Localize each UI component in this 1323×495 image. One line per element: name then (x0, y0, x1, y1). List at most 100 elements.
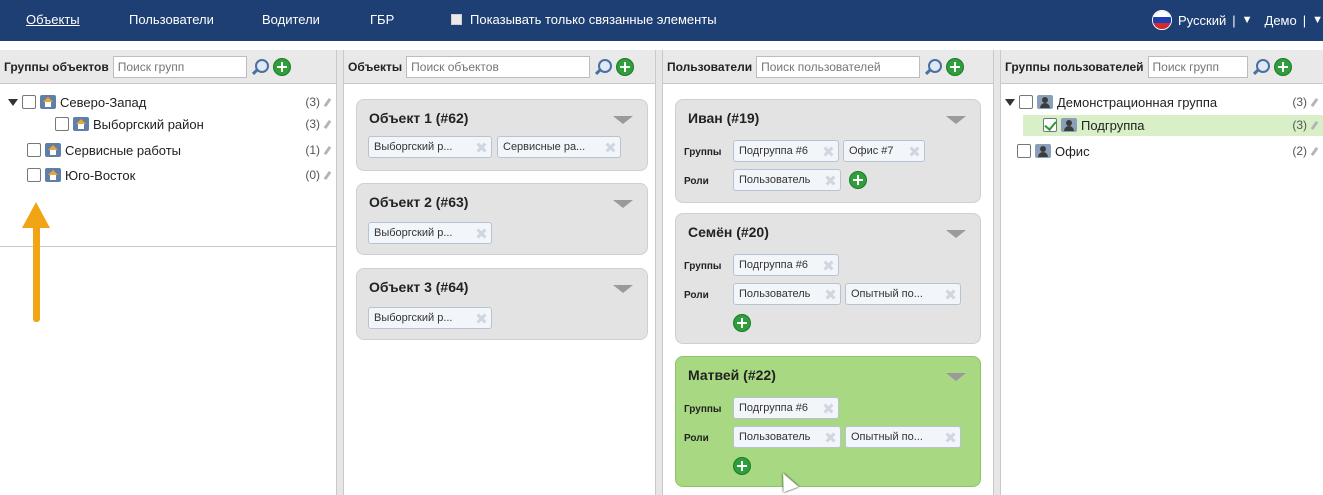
search-icon[interactable] (594, 58, 613, 76)
panel-title: Объекты (348, 59, 403, 74)
remove-icon[interactable] (477, 229, 486, 238)
tree-checkbox[interactable] (22, 95, 36, 109)
objects-search-input[interactable] (406, 55, 591, 78)
pencil-icon[interactable] (1310, 97, 1319, 107)
role-tag[interactable]: Пользователь (733, 283, 841, 305)
role-tag[interactable]: Пользователь (733, 169, 841, 191)
role-tag[interactable]: Опытный по... (845, 283, 961, 305)
tag-label: Подгруппа #6 (739, 145, 809, 157)
show-linked-toggle[interactable]: Показывать только связанные элементы (451, 12, 717, 27)
tree-checkbox-checked[interactable] (1043, 118, 1057, 132)
remove-icon[interactable] (606, 143, 615, 152)
account-menu[interactable]: Демо (1265, 13, 1297, 28)
add-role-icon[interactable] (733, 314, 751, 332)
remove-icon[interactable] (946, 290, 955, 299)
panel-title: Группы пользователей (1005, 59, 1144, 74)
remove-icon[interactable] (826, 176, 835, 185)
add-user-group-icon[interactable] (1273, 57, 1292, 76)
search-icon[interactable] (924, 58, 943, 76)
card-collapse-arrow-icon[interactable] (946, 230, 966, 238)
show-linked-checkbox[interactable] (451, 14, 462, 25)
group-tag[interactable]: Подгруппа #6 (733, 254, 839, 276)
tree-item[interactable]: Северо-Запад (3) (8, 91, 336, 113)
card-collapse-arrow-icon[interactable] (613, 200, 633, 208)
object-card[interactable]: Объект 1 (#62) Выборгский р... Сервисные… (356, 99, 648, 171)
tree-item[interactable]: Демонстрационная группа (3) (1005, 91, 1323, 113)
group-tag[interactable]: Офис #7 (843, 140, 925, 162)
user-groups-panel: Группы пользователей Демонстрационная гр… (1000, 50, 1323, 495)
groups-label: Группы (684, 404, 722, 415)
role-tag[interactable]: Опытный по... (845, 426, 961, 448)
language-dropdown-icon[interactable]: ▼ (1242, 14, 1253, 26)
expand-triangle-icon[interactable] (1005, 98, 1015, 106)
users-search-input[interactable] (756, 55, 921, 78)
card-collapse-arrow-icon[interactable] (946, 116, 966, 124)
remove-icon[interactable] (824, 147, 833, 156)
search-icon[interactable] (1252, 58, 1270, 76)
user-groups-search-input[interactable] (1147, 55, 1248, 78)
remove-icon[interactable] (946, 433, 955, 442)
objects-header: Объекты (344, 50, 655, 84)
group-tag[interactable]: Выборгский р... (368, 136, 492, 158)
roles-label: Роли (684, 433, 709, 444)
tree-item-selected[interactable]: Подгруппа (3) (1043, 114, 1323, 136)
pencil-icon[interactable] (323, 97, 332, 107)
count-value: (0) (305, 168, 320, 182)
remove-icon[interactable] (477, 143, 486, 152)
tree-item[interactable]: Юго-Восток (0) (27, 164, 336, 186)
nav-users[interactable]: Пользователи (129, 12, 214, 27)
add-object-icon[interactable] (616, 57, 635, 76)
role-tag[interactable]: Пользователь (733, 426, 841, 448)
remove-icon[interactable] (826, 290, 835, 299)
nav-objects[interactable]: Объекты (26, 12, 80, 27)
add-role-icon[interactable] (849, 171, 867, 189)
user-groups-header: Группы пользователей (1001, 50, 1323, 84)
search-icon[interactable] (251, 58, 269, 76)
card-collapse-arrow-icon[interactable] (613, 285, 633, 293)
expand-triangle-icon[interactable] (8, 98, 18, 106)
user-card[interactable]: Семён (#20) Группы Подгруппа #6 Роли Пол… (675, 213, 981, 344)
tree-checkbox[interactable] (55, 117, 69, 131)
objects-panel: Объекты Объект 1 (#62) Выборгский р... С… (343, 50, 656, 495)
pencil-icon[interactable] (1310, 146, 1319, 156)
card-title: Матвей (#22) (688, 367, 776, 383)
group-tag[interactable]: Сервисные ра... (497, 136, 621, 158)
language-selector[interactable]: Русский (1178, 13, 1226, 28)
tree-checkbox[interactable] (27, 168, 41, 182)
card-collapse-arrow-icon[interactable] (613, 116, 633, 124)
object-card[interactable]: Объект 2 (#63) Выборгский р... (356, 183, 648, 255)
account-dropdown-icon[interactable]: ▼ (1312, 14, 1323, 26)
tree-item[interactable]: Сервисные работы (1) (27, 139, 336, 161)
tree-checkbox[interactable] (27, 143, 41, 157)
count-value: (2) (1292, 144, 1307, 158)
add-object-group-icon[interactable] (272, 57, 291, 76)
remove-icon[interactable] (824, 404, 833, 413)
nav-drivers[interactable]: Водители (262, 12, 320, 27)
add-role-icon[interactable] (733, 457, 751, 475)
remove-icon[interactable] (826, 433, 835, 442)
pencil-icon[interactable] (323, 145, 332, 155)
user-card[interactable]: Иван (#19) Группы Подгруппа #6 Офис #7 Р… (675, 99, 981, 203)
card-collapse-arrow-icon[interactable] (946, 373, 966, 381)
group-tag[interactable]: Подгруппа #6 (733, 397, 839, 419)
pencil-icon[interactable] (323, 170, 332, 180)
tree-checkbox[interactable] (1017, 144, 1031, 158)
pencil-icon[interactable] (323, 119, 332, 129)
pencil-icon[interactable] (1310, 120, 1319, 130)
nav-gbr[interactable]: ГБР (370, 12, 394, 27)
tree-item[interactable]: Офис (2) (1017, 140, 1323, 162)
remove-icon[interactable] (477, 314, 486, 323)
group-tag[interactable]: Выборгский р... (368, 307, 492, 329)
tree-item[interactable]: Выборгский район (3) (55, 113, 336, 135)
object-groups-panel: Группы объектов Северо-Запад (3) Выборгс… (0, 50, 337, 495)
object-groups-search-input[interactable] (112, 55, 247, 78)
group-tag[interactable]: Подгруппа #6 (733, 140, 839, 162)
user-card-highlighted[interactable]: Матвей (#22) Группы Подгруппа #6 Роли По… (675, 356, 981, 487)
remove-icon[interactable] (910, 147, 919, 156)
object-card[interactable]: Объект 3 (#64) Выборгский р... (356, 268, 648, 340)
group-tag[interactable]: Выборгский р... (368, 222, 492, 244)
remove-icon[interactable] (824, 261, 833, 270)
add-user-icon[interactable] (946, 57, 965, 76)
tree-item-count: (0) (305, 168, 332, 182)
tree-checkbox[interactable] (1019, 95, 1033, 109)
